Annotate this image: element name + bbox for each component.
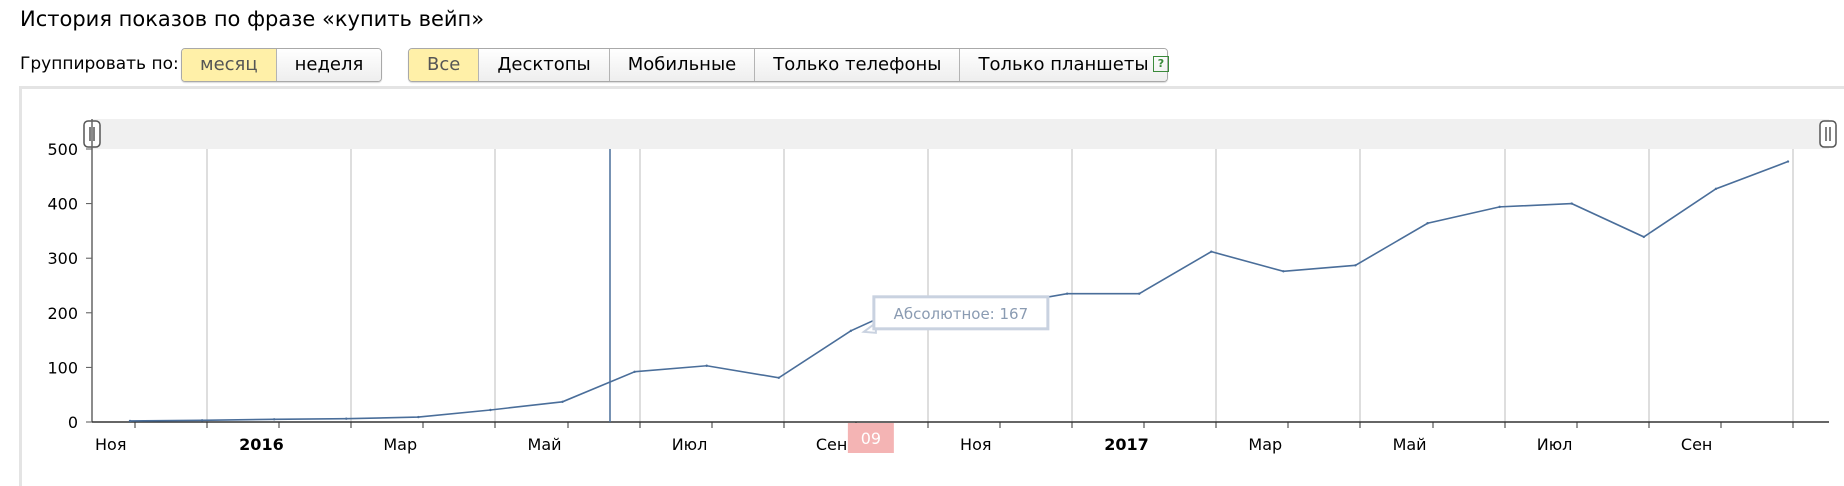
x-tick-label: Июл [672, 435, 708, 454]
data-point[interactable] [1786, 160, 1790, 163]
data-point[interactable] [1210, 250, 1213, 253]
data-point[interactable] [1642, 235, 1646, 239]
data-point[interactable] [200, 419, 204, 422]
x-tick-label: 2016 [239, 435, 284, 454]
data-point[interactable] [1498, 205, 1501, 209]
value-tooltip: Абсолютное: 167 [861, 295, 1050, 334]
y-tick-label: 100 [47, 358, 78, 377]
x-tick-label: Мар [383, 435, 417, 454]
overlay-layer: 09 Абсолютное: 167 [609, 149, 1050, 453]
data-point[interactable] [633, 370, 636, 373]
data-point[interactable] [1570, 202, 1573, 205]
series-line [129, 160, 1789, 422]
x-tick-label: Май [1393, 435, 1427, 454]
y-tick-label: 300 [47, 249, 78, 268]
y-tick-label: 500 [47, 140, 78, 159]
grid-layer [206, 149, 1794, 422]
x-tick-label: Ноя [960, 435, 991, 454]
y-tick-label: 400 [47, 195, 78, 214]
data-point[interactable] [1282, 270, 1285, 273]
series-layer [128, 160, 1790, 423]
data-point[interactable] [417, 415, 420, 419]
data-point[interactable] [561, 400, 564, 403]
data-point[interactable] [489, 408, 492, 412]
x-tick-label: Июл [1537, 435, 1573, 454]
navigator-right-handle[interactable] [1819, 120, 1837, 148]
range-navigator [83, 119, 1837, 149]
tooltip-text: Абсолютное: 167 [894, 305, 1029, 323]
data-point[interactable] [1426, 222, 1429, 225]
x-tick-label: 2017 [1104, 435, 1149, 454]
x-tick-label: Май [528, 435, 562, 454]
data-point[interactable] [1714, 187, 1718, 191]
data-point[interactable] [128, 419, 132, 423]
data-point[interactable] [1065, 292, 1069, 295]
y-tick-label: 0 [68, 413, 78, 432]
data-point[interactable] [345, 417, 348, 420]
navigator-track [92, 119, 1829, 149]
data-point[interactable] [705, 364, 708, 367]
x-tick-label: Ноя [95, 435, 126, 454]
data-point[interactable] [849, 329, 853, 333]
x-tick-label: Мар [1248, 435, 1282, 454]
x-tick-label: Сен [816, 435, 847, 454]
y-tick-label: 200 [47, 304, 78, 323]
x-tick-label: Сен [1681, 435, 1712, 454]
axis-layer: 0 100 200 300 400 500 Ноя 2016 Мар Май Июл Сен Ноя 20… [47, 119, 1829, 454]
data-point[interactable] [272, 418, 276, 421]
data-point[interactable] [1138, 292, 1141, 295]
data-point[interactable] [777, 376, 780, 379]
impressions-chart: 0 100 200 300 400 500 Ноя 2016 Мар Май Июл Сен Ноя 20… [47, 119, 1837, 454]
data-point[interactable] [1354, 264, 1357, 267]
axis-marker-label: 09 [861, 429, 881, 448]
